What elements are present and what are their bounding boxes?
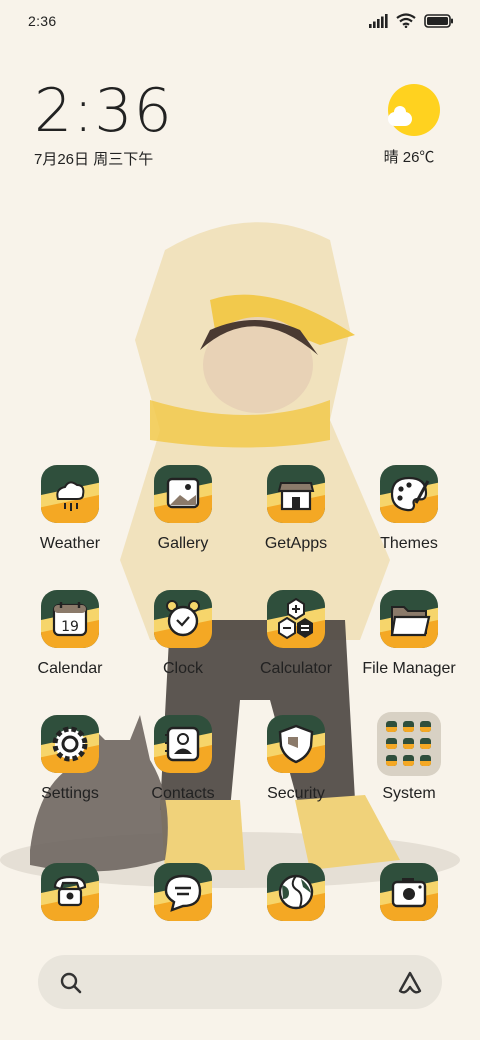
battery-icon: [424, 13, 453, 28]
app-label: Settings: [41, 785, 99, 802]
app-themes[interactable]: Themes: [353, 465, 465, 553]
weather-icon: [41, 465, 99, 523]
widget-date: 7月26日 周三下午: [34, 151, 154, 168]
camera-icon: [380, 863, 438, 921]
app-clock[interactable]: Clock: [127, 590, 239, 678]
app-label: Weather: [39, 535, 101, 552]
sunny-cloud-icon: [388, 84, 440, 136]
widget-time: 2:36: [34, 76, 173, 146]
app-label: GetApps: [264, 535, 328, 552]
store-icon: [267, 465, 325, 523]
app-security[interactable]: Security: [240, 715, 352, 803]
status-time: 2:36: [28, 13, 57, 29]
app-settings[interactable]: Settings: [14, 715, 126, 803]
gallery-icon: [154, 465, 212, 523]
app-file-manager[interactable]: File Manager: [353, 590, 465, 678]
app-contacts[interactable]: Contacts: [127, 715, 239, 803]
clock-widget[interactable]: 2:36 7月26日 周三下午: [34, 80, 173, 169]
app-label: Security: [267, 785, 325, 802]
dock-camera[interactable]: [353, 863, 465, 921]
app-weather[interactable]: Weather: [14, 465, 126, 553]
dock-messages[interactable]: [127, 863, 239, 921]
app-label: Gallery: [157, 535, 209, 552]
phone-icon: [41, 863, 99, 921]
app-calculator[interactable]: Calculator: [240, 590, 352, 678]
alarm-clock-icon: [154, 590, 212, 648]
app-gallery[interactable]: Gallery: [127, 465, 239, 553]
app-label: Contacts: [151, 785, 215, 802]
palette-icon: [380, 465, 438, 523]
dock-phone[interactable]: [14, 863, 126, 921]
weather-text: 晴 26℃: [383, 149, 435, 166]
gear-icon: [41, 715, 99, 773]
browser-icon: [267, 863, 325, 921]
app-calendar[interactable]: 19 Calendar: [14, 590, 126, 678]
app-label: File Manager: [362, 660, 456, 677]
calendar-icon: 19: [41, 590, 99, 648]
calculator-icon: [267, 590, 325, 648]
message-icon: [154, 863, 212, 921]
folder-grid-icon: [377, 712, 441, 776]
folder-icon: [380, 590, 438, 648]
app-label: System: [382, 785, 436, 802]
assistant-icon[interactable]: [396, 969, 424, 997]
app-folder-system[interactable]: System: [353, 712, 465, 803]
shield-icon: [267, 715, 325, 773]
weather-widget[interactable]: 晴 26℃: [384, 84, 444, 167]
contacts-icon: [154, 715, 212, 773]
status-bar: 2:36: [0, 0, 480, 44]
app-label: Clock: [162, 660, 203, 677]
signal-icon: [369, 13, 388, 28]
app-label: Calculator: [259, 660, 333, 677]
search-bar[interactable]: [38, 955, 442, 1009]
app-getapps[interactable]: GetApps: [240, 465, 352, 553]
search-icon[interactable]: [58, 970, 84, 996]
app-label: Themes: [380, 535, 438, 552]
wifi-icon: [396, 13, 416, 28]
app-label: Calendar: [37, 660, 103, 677]
calendar-day: 19: [61, 619, 79, 635]
dock-browser[interactable]: [240, 863, 352, 921]
